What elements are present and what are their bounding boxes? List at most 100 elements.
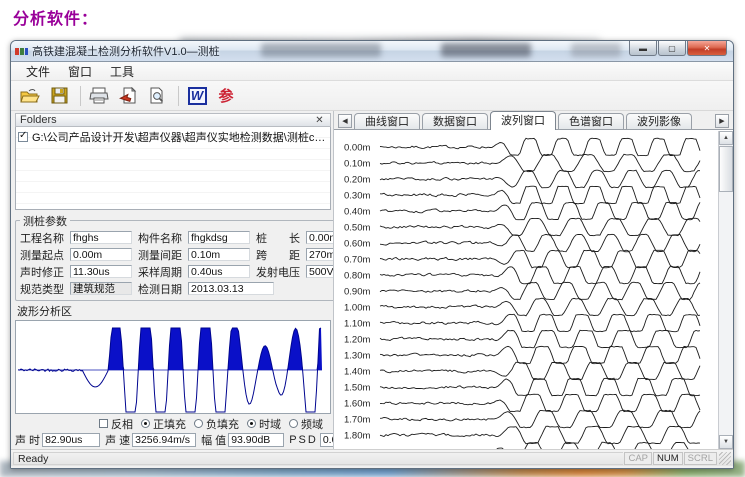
freq-domain-label: 频域 [301, 416, 323, 432]
time-domain-control[interactable]: 时域 [247, 416, 281, 432]
svg-text:0.60m: 0.60m [344, 239, 370, 250]
titlebar-glass-blur [441, 43, 531, 57]
tab-spectrum-window[interactable]: 色谱窗口 [558, 113, 624, 129]
amplitude-field[interactable] [228, 433, 284, 447]
sound-velocity-reading: 声 速 [105, 432, 201, 448]
time-correction-field[interactable] [70, 265, 132, 278]
print-button[interactable] [86, 84, 112, 108]
tree-item-checkbox[interactable] [18, 132, 28, 142]
open-file-button[interactable] [17, 84, 43, 108]
field-label: 桩 长 [256, 230, 306, 246]
waveform-analysis-box[interactable] [15, 320, 331, 414]
waveform-area-title: 波形分析区 [17, 303, 331, 319]
app-window: 高铁建混凝土检测分析软件V1.0—测桩 ▬ ▢ ✕ 文件 窗口 工具 [10, 40, 734, 469]
svg-text:1.20m: 1.20m [344, 335, 370, 346]
tab-wavetrain-image[interactable]: 波列影像 [626, 113, 692, 129]
amplitude-reading: 幅 值 [201, 432, 289, 448]
tab-data-window[interactable]: 数据窗口 [422, 113, 488, 129]
amplitude-label: 幅 值 [201, 432, 226, 448]
menu-window[interactable]: 窗口 [59, 62, 101, 81]
field-label: 构件名称 [138, 230, 188, 246]
scroll-down-icon[interactable]: ▼ [719, 435, 733, 449]
printer-icon [89, 87, 109, 104]
scroll-up-icon[interactable]: ▲ [719, 131, 733, 145]
time-domain-radio[interactable] [247, 419, 256, 428]
save-button[interactable] [46, 84, 72, 108]
negative-fill-radio[interactable] [194, 419, 203, 428]
pile-parameters-title: 测桩参数 [20, 213, 70, 229]
measure-start-field[interactable] [70, 248, 132, 261]
field-label: 跨 距 [256, 247, 306, 263]
titlebar-glass-blur [571, 43, 621, 57]
close-button[interactable]: ✕ [687, 41, 727, 56]
vertical-scrollbar[interactable]: ▲ ▼ [718, 131, 733, 449]
minimize-button[interactable]: ▬ [629, 41, 657, 56]
resize-grip[interactable] [719, 452, 731, 465]
test-date-field[interactable] [188, 282, 274, 295]
titlebar: 高铁建混凝土检测分析软件V1.0—测桩 ▬ ▢ ✕ [11, 41, 733, 61]
menu-file[interactable]: 文件 [17, 62, 59, 81]
page: 分析软件： 高铁建混凝土检测分析软件V1.0—测桩 ▬ ▢ ✕ 文件 窗口 工具 [0, 0, 745, 477]
status-message: Ready [13, 452, 623, 465]
measure-interval-field[interactable] [188, 248, 250, 261]
wavetrain-display[interactable]: 0.00m0.10m0.20m0.30m0.40m0.50m0.60m0.70m… [334, 130, 733, 449]
menubar: 文件 窗口 工具 [11, 62, 733, 81]
field-label: 声时修正 [20, 264, 70, 280]
titlebar-glass-blur [261, 43, 381, 57]
sound-time-label: 声 时 [15, 432, 40, 448]
maximize-button[interactable]: ▢ [658, 41, 686, 56]
field-label: 检测日期 [138, 281, 188, 297]
freq-domain-control[interactable]: 频域 [289, 416, 323, 432]
invert-label: 反相 [111, 416, 133, 432]
sample-period-field[interactable] [188, 265, 250, 278]
svg-text:0.70m: 0.70m [344, 255, 370, 266]
freq-domain-radio[interactable] [289, 419, 298, 428]
invert-checkbox[interactable] [99, 419, 108, 428]
waveform-controls: 反相 正填充 负填充 时域 [15, 416, 331, 432]
svg-text:1.40m: 1.40m [344, 367, 370, 378]
svg-text:0.40m: 0.40m [344, 207, 370, 218]
save-floppy-icon [51, 87, 68, 104]
tab-wavetrain-window[interactable]: 波列窗口 [490, 111, 556, 130]
print-preview-button[interactable] [144, 84, 170, 108]
param-row: 规范类型 检测日期 [20, 281, 372, 297]
sound-velocity-field[interactable] [132, 433, 196, 447]
field-label: 测量起点 [20, 247, 70, 263]
sound-time-field[interactable] [42, 433, 100, 447]
tree-item-label: G:\公司产品设计开发\超声仪器\超声仪实地检测数据\测桩cd\cd03\cd0… [32, 129, 328, 145]
wavetrain-traces: 0.00m0.10m0.20m0.30m0.40m0.50m0.60m0.70m… [334, 131, 714, 449]
parameter-button[interactable]: 参 [213, 84, 239, 108]
svg-text:1.70m: 1.70m [344, 415, 370, 426]
folders-close-icon[interactable]: ✕ [313, 115, 326, 126]
svg-text:0.00m: 0.00m [344, 143, 370, 154]
tree-item[interactable]: G:\公司产品设计开发\超声仪器\超声仪实地检测数据\测桩cd\cd03\cd0… [16, 127, 330, 147]
preview-magnifier-icon [148, 87, 166, 104]
field-label: 工程名称 [20, 230, 70, 246]
window-body: 文件 窗口 工具 [11, 61, 733, 468]
svg-text:0.80m: 0.80m [344, 271, 370, 282]
left-panel: Folders ✕ G:\公司产品设计开发\超声仪器\超声仪实地检测数据\测桩c… [11, 111, 333, 449]
tab-scroll-left-icon[interactable]: ◀ [338, 114, 352, 128]
svg-text:1.80m: 1.80m [344, 431, 370, 442]
field-label: 规范类型 [20, 281, 70, 297]
standard-type-field[interactable] [70, 282, 132, 295]
tab-curve-window[interactable]: 曲线窗口 [354, 113, 420, 129]
scrollbar-thumb[interactable] [719, 146, 733, 192]
psd-label: PSD [289, 434, 318, 446]
invert-control[interactable]: 反相 [99, 416, 133, 432]
sound-velocity-label: 声 速 [105, 432, 130, 448]
sound-time-reading: 声 时 [15, 432, 105, 448]
statusbar: Ready CAP NUM SCRL [11, 449, 733, 466]
parameter-icon: 参 [218, 85, 233, 106]
tab-scroll-right-icon[interactable]: ▶ [715, 114, 729, 128]
svg-text:1.60m: 1.60m [344, 399, 370, 410]
menu-tools[interactable]: 工具 [101, 62, 143, 81]
positive-fill-control[interactable]: 正填充 [141, 416, 186, 432]
project-name-field[interactable] [70, 231, 132, 244]
svg-text:0.10m: 0.10m [344, 159, 370, 170]
negative-fill-control[interactable]: 负填充 [194, 416, 239, 432]
export-button[interactable] [115, 84, 141, 108]
word-report-button[interactable]: W [184, 84, 210, 108]
positive-fill-radio[interactable] [141, 419, 150, 428]
component-name-field[interactable] [188, 231, 250, 244]
